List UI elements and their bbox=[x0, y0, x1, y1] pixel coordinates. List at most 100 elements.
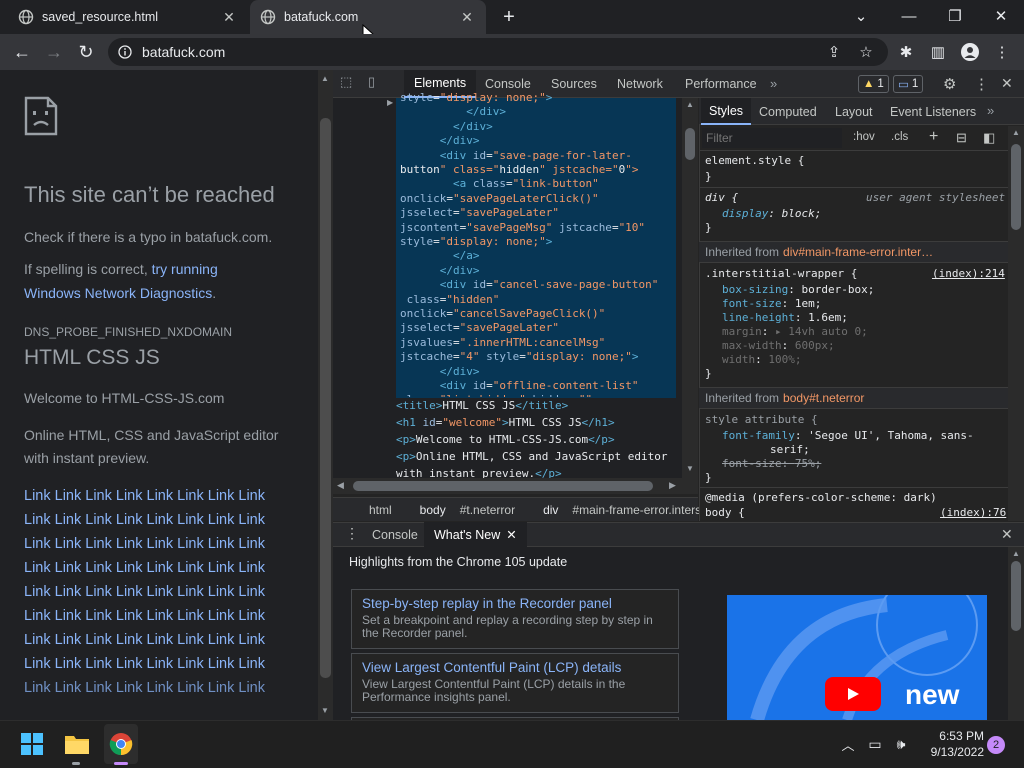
warning-badge[interactable]: ▲ 1 bbox=[858, 75, 889, 93]
code-line[interactable]: </div> bbox=[400, 134, 480, 148]
css-declaration[interactable]: max-width: 600px; bbox=[722, 339, 835, 353]
code-line[interactable]: </div> bbox=[400, 120, 493, 134]
font-family-decl[interactable]: font-family: 'Segoe UI', Tahoma, sans- bbox=[722, 429, 974, 443]
css-declaration[interactable]: margin: ▸ 14vh auto 0; bbox=[722, 325, 868, 339]
page-scrollbar[interactable]: ▲ ▼ bbox=[318, 70, 333, 720]
code-line[interactable]: <p>Online HTML, CSS and JavaScript edito… bbox=[396, 450, 668, 464]
code-line[interactable]: <h1 id="welcome">HTML CSS JS</h1> bbox=[396, 416, 615, 430]
link-row[interactable]: Link Link Link Link Link Link Link Link bbox=[24, 676, 314, 700]
volume-icon[interactable]: 🕪 bbox=[890, 720, 912, 768]
body-rule[interactable]: body { bbox=[705, 506, 745, 520]
whats-new-video-thumbnail[interactable]: new bbox=[727, 595, 987, 720]
breadcrumb-html[interactable]: html bbox=[369, 503, 392, 517]
bookmark-star-icon[interactable]: ☆ bbox=[850, 34, 882, 70]
elements-scrollbar[interactable]: ▲ ▼ bbox=[682, 98, 698, 478]
show-hidden-icons-chevron-icon[interactable]: ︿ bbox=[838, 720, 858, 768]
side-panel-icon[interactable]: ▥ bbox=[922, 34, 954, 70]
network-icon[interactable]: ▭ bbox=[864, 720, 886, 768]
menu-dots-icon[interactable]: ⋮ bbox=[986, 34, 1018, 70]
code-line[interactable]: style="display: none;"> bbox=[400, 91, 552, 105]
close-devtools-icon[interactable]: ✕ bbox=[1001, 75, 1013, 92]
settings-gear-icon[interactable]: ⚙ bbox=[943, 75, 956, 93]
css-declaration[interactable]: box-sizing: border-box; bbox=[722, 283, 874, 297]
sidebar-toggle-icon[interactable]: ◧ bbox=[983, 130, 995, 146]
link-row[interactable]: Link Link Link Link Link Link Link Link bbox=[24, 532, 314, 556]
code-line[interactable]: jscontent="savePageMsg" jstcache="10" bbox=[400, 221, 645, 235]
code-line[interactable]: onclick="savePageLaterClick()" bbox=[400, 192, 599, 206]
share-icon[interactable]: ⇪ bbox=[818, 34, 850, 70]
tab-saved-resource[interactable]: saved_resource.html ✕ bbox=[8, 0, 248, 34]
source-link[interactable]: (index):76 bbox=[940, 506, 1006, 519]
reload-button[interactable]: ↻ bbox=[70, 34, 102, 70]
div-rule[interactable]: div { bbox=[705, 191, 738, 205]
drawer-scrollbar[interactable]: ▲ bbox=[1008, 547, 1024, 720]
tab-computed[interactable]: Computed bbox=[751, 98, 825, 125]
styles-scroll-thumb[interactable] bbox=[1011, 144, 1021, 230]
code-line[interactable]: style="display: none;"> bbox=[400, 235, 552, 249]
close-drawer-tab-icon[interactable]: ✕ bbox=[506, 527, 516, 542]
link-row[interactable]: Link Link Link Link Link Link Link Link bbox=[24, 628, 314, 652]
code-line[interactable]: <title>HTML CSS JS</title> bbox=[396, 399, 568, 413]
code-line[interactable]: jstcache="4" style="display: none;"> bbox=[400, 350, 638, 364]
close-tab-icon[interactable]: ✕ bbox=[458, 9, 476, 26]
system-clock[interactable]: 6:53 PM 9/13/2022 bbox=[918, 728, 984, 760]
drawer-menu-icon[interactable]: ⋮ bbox=[345, 525, 359, 542]
inspect-element-icon[interactable]: ⬚ bbox=[340, 74, 360, 94]
css-declaration[interactable]: line-height: 1.6em; bbox=[722, 311, 848, 325]
play-icon[interactable] bbox=[825, 677, 881, 711]
device-toolbar-icon[interactable]: ▯ bbox=[368, 74, 388, 94]
drawer-scroll-thumb[interactable] bbox=[1011, 561, 1021, 631]
forward-button[interactable]: → bbox=[38, 34, 70, 70]
feature-title[interactable]: Step-by-step replay in the Recorder pane… bbox=[362, 596, 668, 611]
link-row[interactable]: Link Link Link Link Link Link Link Link bbox=[24, 604, 314, 628]
more-style-tabs-icon[interactable]: » bbox=[987, 103, 994, 118]
windows-start-icon[interactable] bbox=[16, 720, 48, 768]
notification-badge[interactable]: 2 bbox=[987, 736, 1005, 754]
new-tab-button[interactable]: + bbox=[496, 6, 522, 28]
code-line[interactable]: </div> bbox=[400, 365, 480, 379]
breadcrumb-body[interactable]: body #t.neterror bbox=[406, 503, 515, 517]
diagnostics-link[interactable]: try running bbox=[152, 261, 218, 277]
link-row[interactable]: Link Link Link Link Link Link Link Link bbox=[24, 508, 314, 532]
wrapper-rule[interactable]: .interstitial-wrapper { bbox=[705, 267, 857, 281]
extensions-icon[interactable]: ✱ bbox=[890, 34, 922, 70]
hscroll-thumb[interactable] bbox=[353, 481, 653, 491]
elements-scroll-thumb[interactable] bbox=[685, 128, 695, 160]
tab-layout[interactable]: Layout bbox=[827, 98, 881, 125]
tab-styles[interactable]: Styles bbox=[701, 98, 752, 125]
code-line[interactable]: </div> bbox=[400, 105, 506, 119]
code-line[interactable]: button" class="hidden" jstcache="0"> bbox=[400, 163, 638, 177]
css-declaration[interactable]: width: 100%; bbox=[722, 353, 802, 367]
code-line[interactable]: onclick="cancelSavePageClick()" bbox=[400, 307, 605, 321]
code-line[interactable]: jsvalues=".innerHTML:cancelMsg" bbox=[400, 336, 605, 350]
element-style-rule[interactable]: element.style { bbox=[705, 154, 804, 168]
tab-event-listeners[interactable]: Event Listeners bbox=[882, 98, 984, 125]
code-line[interactable]: class="list-hidden" hidden="" bbox=[400, 393, 592, 397]
close-drawer-icon[interactable]: ✕ bbox=[1001, 526, 1013, 543]
file-explorer-icon[interactable] bbox=[60, 720, 94, 768]
address-bar[interactable]: batafuck.com bbox=[108, 38, 888, 66]
cls-toggle[interactable]: .cls bbox=[891, 131, 908, 143]
code-line[interactable]: </div> bbox=[400, 264, 480, 278]
media-rule[interactable]: @media (prefers-color-scheme: dark) bbox=[705, 491, 937, 505]
code-line[interactable]: <div id="offline-content-list" bbox=[400, 379, 639, 393]
back-button[interactable]: ← bbox=[6, 34, 38, 70]
link-row[interactable]: Link Link Link Link Link Link Link Link bbox=[24, 484, 314, 508]
minimize-button[interactable]: — bbox=[886, 0, 932, 32]
feature-card[interactable]: View Largest Contentful Paint (LCP) deta… bbox=[351, 653, 679, 713]
link-row[interactable]: Link Link Link Link Link Link Link Link bbox=[24, 556, 314, 580]
tab-performance[interactable]: Performance bbox=[675, 70, 767, 98]
expand-arrow-icon[interactable]: ▶ bbox=[387, 98, 393, 107]
tab-search-icon[interactable]: ⌄ bbox=[838, 0, 884, 32]
code-line[interactable]: <a class="link-button" bbox=[400, 177, 599, 191]
styles-filter-input[interactable] bbox=[702, 128, 842, 148]
code-line[interactable]: jsselect="savePageLater" bbox=[400, 206, 559, 220]
feature-title[interactable]: View Largest Contentful Paint (LCP) deta… bbox=[362, 660, 668, 675]
div-display-decl[interactable]: display: block; bbox=[722, 207, 821, 221]
hov-toggle[interactable]: :hov bbox=[853, 131, 875, 143]
drawer-tab-console[interactable]: Console bbox=[362, 522, 428, 547]
close-window-button[interactable]: ✕ bbox=[978, 0, 1024, 32]
code-line[interactable]: class="hidden" bbox=[400, 293, 500, 307]
css-declaration[interactable]: font-size: 1em; bbox=[722, 297, 821, 311]
info-icon[interactable] bbox=[118, 45, 132, 59]
